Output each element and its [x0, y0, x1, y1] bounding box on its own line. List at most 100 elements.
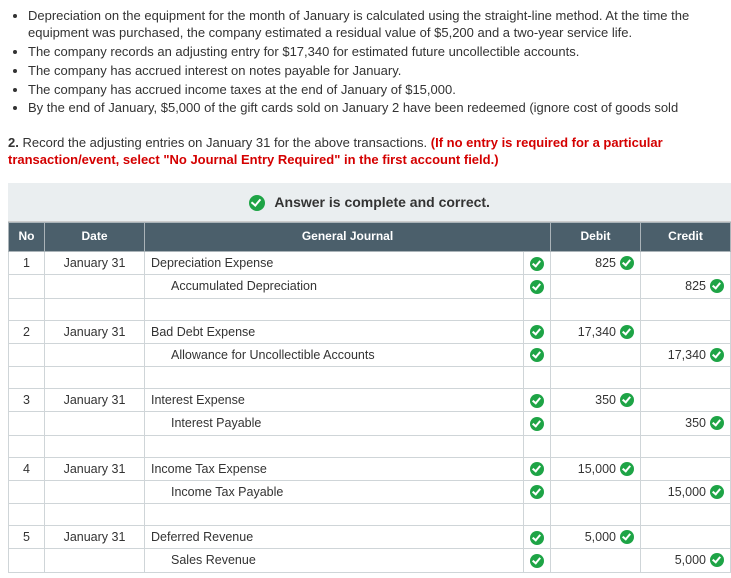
row-check [524, 480, 551, 503]
question-number: 2. [8, 135, 19, 150]
check-icon [249, 195, 265, 211]
credit-cell[interactable] [641, 320, 731, 343]
bullet-item: By the end of January, $5,000 of the gif… [28, 100, 731, 117]
account-cell[interactable]: Interest Expense [145, 389, 524, 412]
spacer-row [9, 435, 731, 457]
entry-date: January 31 [45, 320, 145, 343]
debit-cell[interactable] [551, 343, 641, 366]
debit-cell[interactable] [551, 412, 641, 435]
bullet-item: The company has accrued interest on note… [28, 63, 731, 80]
check-icon [620, 530, 634, 544]
credit-cell[interactable]: 5,000 [641, 549, 731, 572]
check-icon [620, 462, 634, 476]
entry-no [9, 549, 45, 572]
bullet-item: The company records an adjusting entry f… [28, 44, 731, 61]
credit-cell[interactable]: 350 [641, 412, 731, 435]
check-icon [530, 280, 544, 294]
entry-date: January 31 [45, 252, 145, 275]
row-check [524, 252, 551, 275]
entry-no [9, 275, 45, 298]
table-row: Sales Revenue 5,000 [9, 549, 731, 572]
check-icon [530, 462, 544, 476]
check-icon [620, 325, 634, 339]
account-cell[interactable]: Sales Revenue [145, 549, 524, 572]
bullet-item: Depreciation on the equipment for the mo… [28, 8, 731, 42]
check-icon [710, 485, 724, 499]
check-icon [710, 279, 724, 293]
row-check [524, 320, 551, 343]
table-row: Interest Payable 350 [9, 412, 731, 435]
credit-cell[interactable]: 15,000 [641, 480, 731, 503]
debit-cell[interactable] [551, 275, 641, 298]
debit-cell[interactable] [551, 480, 641, 503]
credit-cell[interactable] [641, 457, 731, 480]
check-icon [530, 485, 544, 499]
entry-date: January 31 [45, 457, 145, 480]
header-debit: Debit [551, 223, 641, 252]
entry-no: 4 [9, 457, 45, 480]
table-row: 1January 31Depreciation Expense 825 [9, 252, 731, 275]
amount-value: 825 [595, 255, 616, 271]
debit-cell[interactable]: 17,340 [551, 320, 641, 343]
entry-no: 3 [9, 389, 45, 412]
row-check [524, 343, 551, 366]
check-icon [710, 416, 724, 430]
credit-cell[interactable]: 825 [641, 275, 731, 298]
check-icon [530, 417, 544, 431]
entry-no: 2 [9, 320, 45, 343]
table-row: 2January 31Bad Debt Expense 17,340 [9, 320, 731, 343]
entry-date [45, 412, 145, 435]
amount-value: 5,000 [585, 529, 616, 545]
check-icon [530, 554, 544, 568]
account-cell[interactable]: Accumulated Depreciation [145, 275, 524, 298]
spacer-row [9, 298, 731, 320]
check-icon [620, 393, 634, 407]
amount-value: 350 [595, 392, 616, 408]
journal-table: No Date General Journal Debit Credit 1Ja… [8, 222, 731, 572]
entry-no [9, 343, 45, 366]
table-row: 5January 31Deferred Revenue5,000 [9, 526, 731, 549]
bullet-list: Depreciation on the equipment for the mo… [8, 8, 731, 117]
header-credit: Credit [641, 223, 731, 252]
entry-date: January 31 [45, 526, 145, 549]
debit-cell[interactable] [551, 549, 641, 572]
check-icon [530, 257, 544, 271]
header-date: Date [45, 223, 145, 252]
account-cell[interactable]: Depreciation Expense [145, 252, 524, 275]
entry-date [45, 480, 145, 503]
entry-date [45, 343, 145, 366]
account-cell[interactable]: Interest Payable [145, 412, 524, 435]
credit-cell[interactable] [641, 389, 731, 412]
amount-value: 15,000 [668, 484, 706, 500]
check-icon [620, 256, 634, 270]
debit-cell[interactable]: 825 [551, 252, 641, 275]
account-cell[interactable]: Income Tax Payable [145, 480, 524, 503]
account-cell[interactable]: Deferred Revenue [145, 526, 524, 549]
status-text: Answer is complete and correct. [274, 194, 490, 210]
debit-cell[interactable]: 5,000 [551, 526, 641, 549]
credit-cell[interactable]: 17,340 [641, 343, 731, 366]
table-row: Allowance for Uncollectible Accounts 17,3… [9, 343, 731, 366]
check-icon [530, 531, 544, 545]
entry-no [9, 480, 45, 503]
account-cell[interactable]: Income Tax Expense [145, 457, 524, 480]
account-cell[interactable]: Allowance for Uncollectible Accounts [145, 343, 524, 366]
row-check [524, 457, 551, 480]
debit-cell[interactable]: 15,000 [551, 457, 641, 480]
amount-value: 350 [685, 415, 706, 431]
row-check [524, 526, 551, 549]
debit-cell[interactable]: 350 [551, 389, 641, 412]
credit-cell[interactable] [641, 252, 731, 275]
header-general-journal: General Journal [145, 223, 551, 252]
header-no: No [9, 223, 45, 252]
entry-no: 1 [9, 252, 45, 275]
table-header-row: No Date General Journal Debit Credit [9, 223, 731, 252]
credit-cell[interactable] [641, 526, 731, 549]
row-check [524, 275, 551, 298]
entry-no [9, 412, 45, 435]
bullet-item: The company has accrued income taxes at … [28, 82, 731, 99]
amount-value: 825 [685, 278, 706, 294]
spacer-row [9, 504, 731, 526]
account-cell[interactable]: Bad Debt Expense [145, 320, 524, 343]
question-text: Record the adjusting entries on January … [22, 135, 427, 150]
